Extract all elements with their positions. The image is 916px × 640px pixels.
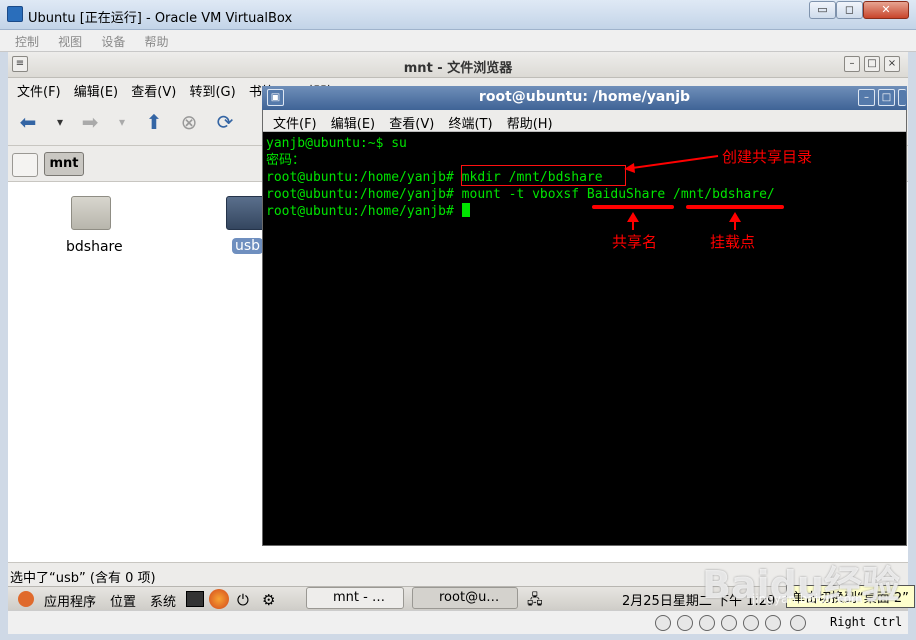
folder-icon-selected[interactable] (226, 196, 266, 230)
location-button-mnt[interactable]: mnt (44, 152, 84, 176)
menu-control[interactable]: 控制 (15, 33, 39, 50)
menu-view[interactable]: 视图 (58, 33, 82, 50)
term-menu-view[interactable]: 查看(V) (389, 113, 434, 132)
term-menu-help[interactable]: 帮助(H) (507, 113, 553, 132)
virtualbox-icon (7, 6, 23, 22)
fb-minimize-button[interactable]: – (844, 56, 860, 72)
usb-icon[interactable] (699, 615, 715, 631)
terminal-launcher-icon[interactable] (186, 591, 204, 607)
back-dropdown-icon[interactable]: ▾ (46, 108, 74, 136)
virtualbox-menubar: 控制 视图 设备 帮助 (0, 30, 916, 52)
term-menu-edit[interactable]: 编辑(E) (331, 113, 375, 132)
taskbar-window-mnt-label: mnt - … (333, 590, 385, 605)
firefox-icon[interactable] (209, 589, 229, 609)
annotation-create-dir: 创建共享目录 (722, 148, 813, 166)
virtualbox-titlebar: Ubuntu [正在运行] - Oracle VM VirtualBox ▭ ◻… (0, 0, 916, 30)
terminal-menubar: 文件(F) 编辑(E) 查看(V) 终端(T) 帮助(H) (263, 110, 906, 132)
terminal-titlebar: ▣ root@ubuntu: /home/yanjb – □ (262, 86, 907, 110)
optical-drive-icon[interactable] (677, 615, 693, 631)
virtualbox-statusbar: Right Ctrl (8, 610, 908, 634)
host-key-label: Right Ctrl (830, 615, 903, 629)
annotation-arrow-mount (729, 212, 741, 230)
panel-applications[interactable]: 应用程序 (44, 591, 96, 610)
menu-devices[interactable]: 设备 (101, 33, 125, 50)
fb-menu-go[interactable]: 转到(G) (189, 81, 235, 100)
taskbar-window-terminal-label: root@u… (439, 590, 500, 605)
annotation-mount-point: 挂载点 (710, 233, 756, 251)
terminal-output[interactable]: yanjb@ubuntu:~$ su 密码： root@ubuntu:/home… (264, 135, 905, 545)
mouse-integration-icon[interactable] (765, 615, 781, 631)
term-close-button[interactable] (898, 89, 906, 106)
filebrowser-titlebar: ≡ mnt - 文件浏览器 – □ × (8, 52, 908, 78)
forward-arrow-icon[interactable]: ➡ (76, 108, 104, 136)
annotation-underline-mount (686, 205, 784, 209)
window-title: Ubuntu [正在运行] - Oracle VM VirtualBox (28, 11, 293, 26)
terminal-prompt: root@ubuntu:/home/yanjb# (266, 204, 462, 219)
drive-icon[interactable] (12, 153, 38, 177)
up-arrow-icon[interactable]: ⬆ (140, 108, 168, 136)
taskbar-window-mnt[interactable]: mnt - … (306, 587, 404, 609)
taskbar-window-terminal[interactable]: root@u… (412, 587, 518, 609)
menu-help[interactable]: 帮助 (144, 33, 168, 50)
display-icon[interactable] (743, 615, 759, 631)
fb-menu-view[interactable]: 查看(V) (131, 81, 176, 100)
term-minimize-button[interactable]: – (858, 89, 875, 106)
folder-icon[interactable] (71, 196, 111, 230)
folder-label-bdshare[interactable]: bdshare (66, 239, 123, 255)
network-icon[interactable]: ⚙ (262, 591, 275, 609)
terminal-prompt-line: root@ubuntu:/home/yanjb# (266, 203, 905, 220)
maximize-button[interactable]: ◻ (836, 1, 863, 19)
annotation-box (461, 165, 626, 186)
annotation-arrow-share (627, 212, 639, 230)
back-arrow-icon[interactable]: ⬅ (14, 108, 42, 136)
term-menu-file[interactable]: 文件(F) (273, 113, 317, 132)
fb-close-button[interactable]: × (884, 56, 900, 72)
term-menu-terminal[interactable]: 终端(T) (448, 113, 492, 132)
fb-menu-file[interactable]: 文件(F) (17, 81, 61, 100)
stop-icon[interactable]: ⊗ (175, 108, 203, 136)
ubuntu-logo-icon[interactable] (18, 591, 34, 607)
power-icon[interactable]: ⏻ (237, 591, 249, 609)
terminal-title: root@ubuntu: /home/yanjb (478, 89, 691, 105)
forward-dropdown-icon[interactable]: ▾ (108, 108, 136, 136)
shared-folders-icon[interactable] (721, 615, 737, 631)
terminal-cursor (461, 203, 470, 217)
folder-label-usb[interactable]: usb (232, 238, 264, 254)
baidu-watermark-url: jingyan.baidu.com (752, 592, 863, 606)
annotation-arrow-create (624, 155, 719, 173)
hdd-icon[interactable] (655, 615, 671, 631)
minimize-button[interactable]: ▭ (809, 1, 836, 19)
panel-places[interactable]: 位置 (110, 591, 136, 610)
terminal-line: root@ubuntu:/home/yanjb# mount -t vboxsf… (266, 187, 775, 202)
capture-icon[interactable] (790, 615, 806, 631)
annotation-share-name: 共享名 (612, 233, 658, 251)
close-button[interactable]: ✕ (863, 1, 909, 19)
fb-maximize-button[interactable]: □ (864, 56, 880, 72)
reload-icon[interactable]: ⟳ (211, 108, 239, 136)
panel-system[interactable]: 系统 (150, 591, 176, 610)
term-maximize-button[interactable]: □ (878, 89, 895, 106)
fb-menu-edit[interactable]: 编辑(E) (74, 81, 118, 100)
filebrowser-title: mnt - 文件浏览器 (403, 61, 513, 76)
annotation-underline-share (592, 205, 674, 209)
